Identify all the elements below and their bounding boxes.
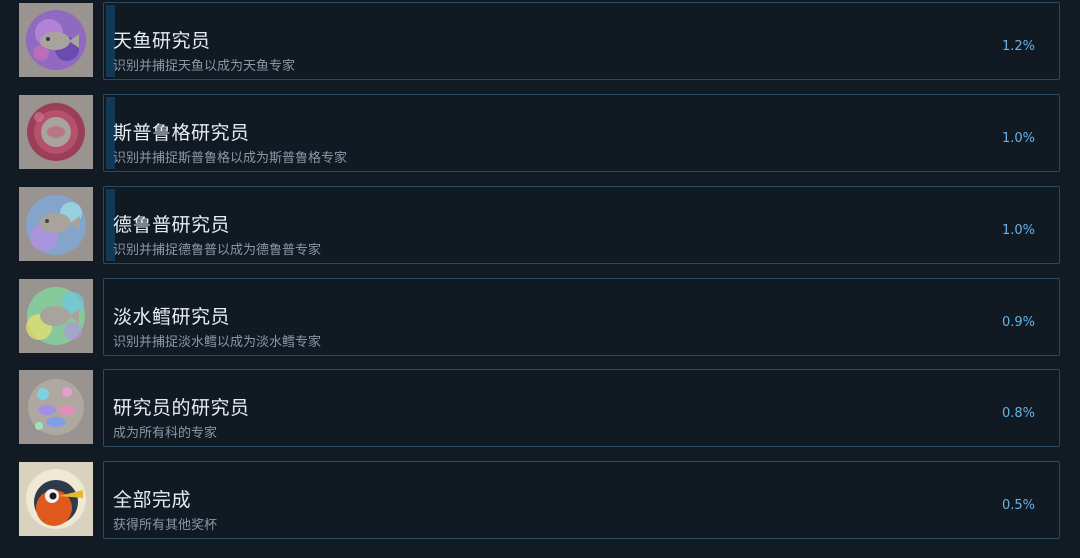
unlock-percentage: 1.0% — [1001, 131, 1035, 146]
unlock-percentage: 1.2% — [1001, 39, 1035, 54]
achievement-card: 德鲁普研究员 识别并捕捉德鲁普以成为德鲁普专家 1.0% — [103, 186, 1060, 264]
achievement-card: 斯普鲁格研究员 识别并捕捉斯普鲁格以成为斯普鲁格专家 1.0% — [103, 94, 1060, 172]
achievement-title: 研究员的研究员 — [113, 397, 250, 419]
achievement-description: 成为所有科的专家 — [113, 426, 218, 441]
achievement-description: 识别并捕捉德鲁普以成为德鲁普专家 — [113, 243, 322, 258]
drup-fish-icon — [19, 187, 93, 261]
achievement-row[interactable]: 斯普鲁格研究员 识别并捕捉斯普鲁格以成为斯普鲁格专家 1.0% — [0, 92, 1080, 172]
all-families-icon — [19, 370, 93, 444]
achievement-title: 全部完成 — [113, 489, 192, 511]
achievement-card: 研究员的研究员 成为所有科的专家 0.8% — [103, 369, 1060, 447]
achievement-row[interactable]: 淡水鳕研究员 识别并捕捉淡水鳕以成为淡水鳕专家 0.9% — [0, 276, 1080, 356]
achievement-description: 获得所有其他奖杯 — [113, 518, 218, 533]
achievement-title: 淡水鳕研究员 — [113, 306, 231, 328]
achievement-description: 识别并捕捉斯普鲁格以成为斯普鲁格专家 — [113, 151, 348, 166]
achievement-row[interactable]: 德鲁普研究员 识别并捕捉德鲁普以成为德鲁普专家 1.0% — [0, 184, 1080, 264]
achievement-card: 天鱼研究员 识别并捕捉天鱼以成为天鱼专家 1.2% — [103, 2, 1060, 80]
achievement-card: 全部完成 获得所有其他奖杯 0.5% — [103, 461, 1060, 539]
unlock-percentage: 0.5% — [1001, 498, 1035, 513]
achievement-card: 淡水鳕研究员 识别并捕捉淡水鳕以成为淡水鳕专家 0.9% — [103, 278, 1060, 356]
achievement-description: 识别并捕捉天鱼以成为天鱼专家 — [113, 59, 296, 74]
freshwater-cod-icon — [19, 279, 93, 353]
achievement-title: 斯普鲁格研究员 — [113, 122, 250, 144]
achievement-row[interactable]: 天鱼研究员 识别并捕捉天鱼以成为天鱼专家 1.2% — [0, 0, 1080, 80]
unlock-percentage: 1.0% — [1001, 223, 1035, 238]
sprug-icon — [19, 95, 93, 169]
bird-trophy-icon — [19, 462, 93, 536]
achievement-title: 天鱼研究员 — [113, 30, 211, 52]
achievement-row[interactable]: 全部完成 获得所有其他奖杯 0.5% — [0, 459, 1080, 539]
unlock-percentage: 0.8% — [1001, 406, 1035, 421]
sky-fish-icon — [19, 3, 93, 77]
achievement-description: 识别并捕捉淡水鳕以成为淡水鳕专家 — [113, 335, 322, 350]
achievement-list: 天鱼研究员 识别并捕捉天鱼以成为天鱼专家 1.2% 斯普鲁格研究员 识别并捕捉斯… — [0, 0, 1080, 558]
achievement-row[interactable]: 研究员的研究员 成为所有科的专家 0.8% — [0, 367, 1080, 447]
achievement-title: 德鲁普研究员 — [113, 214, 231, 236]
unlock-percentage: 0.9% — [1001, 315, 1035, 330]
